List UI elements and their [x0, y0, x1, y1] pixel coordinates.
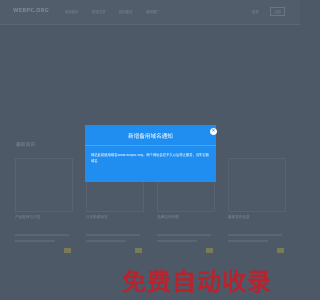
modal-title: 新增备用域名通知 — [128, 134, 173, 140]
content-card[interactable] — [228, 158, 286, 212]
card-title[interactable]: 最新发布信息 — [228, 215, 250, 220]
card-title[interactable]: 行业新闻动态 — [86, 215, 108, 220]
login-link[interactable]: 登录 — [252, 9, 259, 14]
card-more-button[interactable] — [64, 248, 71, 253]
nav-item-build[interactable]: 网站建设 — [119, 9, 133, 14]
top-navbar: WEBPC.ORG 网站首页 精选文章 网站建设 营销推广 登录 注册 — [0, 0, 300, 25]
watermark-text: 免费自动收录 — [122, 268, 272, 296]
card-excerpt-line — [228, 234, 282, 236]
nav-item-articles[interactable]: 精选文章 — [92, 9, 106, 14]
modal-header: 新增备用域名通知 — [85, 125, 216, 146]
register-button[interactable]: 注册 — [270, 7, 285, 16]
close-icon[interactable]: ✕ — [210, 128, 217, 135]
card-title[interactable]: 产品推荐与介绍 — [15, 215, 40, 220]
card-more-button[interactable] — [277, 248, 284, 253]
nav-item-promo[interactable]: 营销推广 — [146, 9, 160, 14]
card-excerpt-line — [157, 240, 197, 242]
card-excerpt-line — [86, 240, 126, 242]
content-card[interactable] — [15, 158, 73, 212]
card-excerpt-line — [15, 240, 55, 242]
nav-item-home[interactable]: 网站首页 — [65, 9, 79, 14]
site-logo[interactable]: WEBPC.ORG — [13, 8, 49, 14]
card-title[interactable]: 品牌活动专题 — [157, 215, 179, 220]
card-more-button[interactable] — [135, 248, 142, 253]
card-excerpt-line — [86, 234, 140, 236]
notice-modal: 新增备用域名通知 ✕ 网站此前使用域名www.wuqsc.org，两个网址会在不… — [85, 125, 217, 182]
card-excerpt-line — [15, 234, 69, 236]
section-title: 最新资讯 — [16, 143, 36, 148]
card-excerpt-line — [157, 234, 211, 236]
modal-body-text: 网站此前使用域名www.wuqsc.org，两个网址会在不久以后停止服务，请牢记… — [91, 153, 210, 163]
card-more-button[interactable] — [206, 248, 213, 253]
card-excerpt-line — [228, 240, 268, 242]
